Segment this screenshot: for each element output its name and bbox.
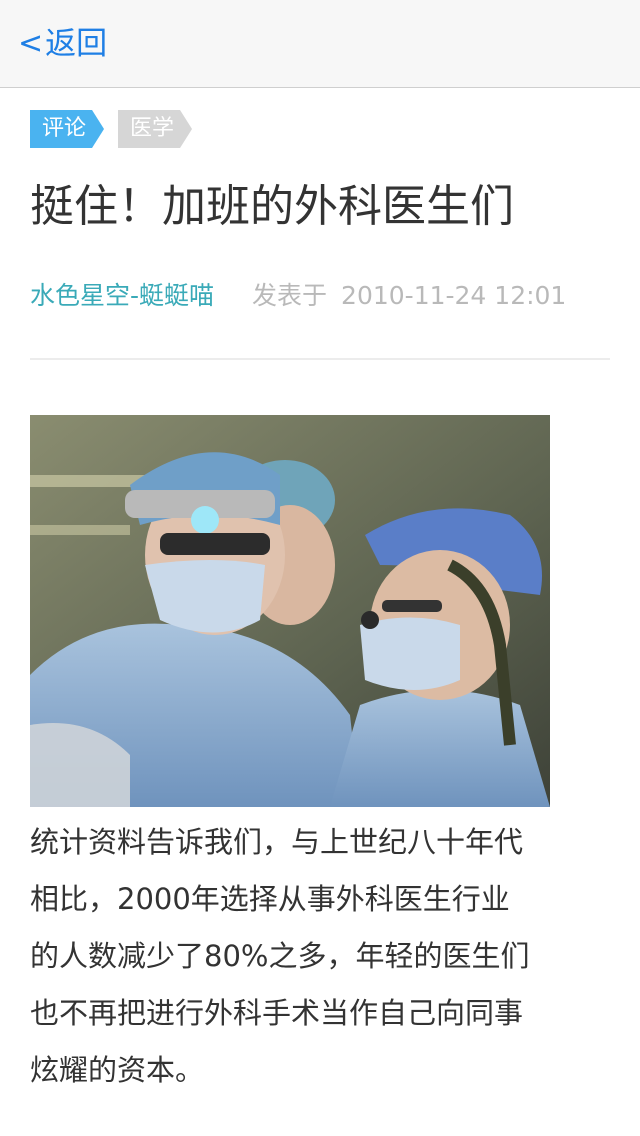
article-meta: 水色星空-蜓蜓喵 发表于 2010-11-24 12:01: [30, 276, 620, 316]
tag-medicine[interactable]: 医学: [118, 110, 192, 148]
tag-list: 评论 医学: [30, 110, 206, 148]
back-label: 返回: [45, 26, 108, 62]
tag-review[interactable]: 评论: [30, 110, 104, 148]
article-photo: [30, 415, 550, 807]
nav-bar: < 返回: [0, 0, 640, 88]
post-date: 2010-11-24 12:01: [341, 281, 567, 310]
author-link[interactable]: 水色星空-蜓蜓喵: [30, 281, 214, 310]
body-line: 统计资料告诉我们，与上世纪八十年代: [30, 825, 524, 859]
body-line: 也不再把进行外科手术当作自己向同事: [30, 996, 524, 1030]
body-line: 的人数减少了80%之多，年轻的医生们: [30, 939, 530, 973]
article-title: 挺住！加班的外科医生们: [30, 181, 514, 232]
body-line: 炫耀的资本。: [30, 1053, 205, 1087]
back-button[interactable]: < 返回: [18, 22, 107, 66]
divider: [30, 358, 610, 360]
posted-label: 发表于: [252, 281, 328, 310]
body-line: 相比，2000年选择从事外科医生行业: [30, 882, 510, 916]
chevron-left-icon: <: [18, 26, 44, 61]
article-body: 统计资料告诉我们，与上世纪八十年代 相比，2000年选择从事外科医生行业 的人数…: [30, 814, 615, 1099]
